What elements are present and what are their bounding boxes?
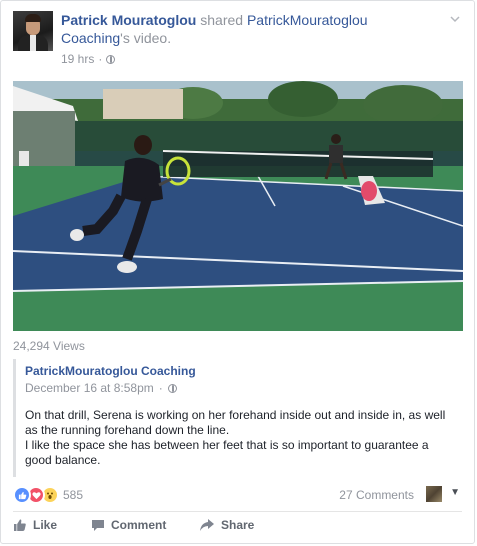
shared-post-text: On that drill, Serena is working on her … (25, 408, 458, 468)
like-reaction-icon (13, 486, 31, 504)
divider (13, 511, 462, 512)
commenter-avatar[interactable] (426, 486, 442, 502)
reaction-count: 585 (63, 488, 84, 502)
post-headline: Patrick Mouratoglou shared PatrickMourat… (61, 11, 401, 47)
shared-post: PatrickMouratoglou Coaching December 16 … (13, 359, 458, 477)
comment-label: Comment (111, 518, 167, 532)
comment-count-link[interactable]: 27 Comments (339, 488, 414, 502)
post-meta: 19 hrs · (61, 52, 116, 66)
shared-suffix: 's video. (120, 30, 172, 46)
post-actions: Like Comment Share (13, 518, 462, 540)
shared-post-paragraph-1: On that drill, Serena is working on her … (25, 408, 446, 437)
shared-post-paragraph-2: I like the space she has between her fee… (25, 438, 429, 467)
share-label: Share (221, 518, 255, 532)
share-button[interactable]: Share (199, 518, 254, 532)
reaction-summary[interactable]: 585 (13, 486, 83, 504)
shared-post-date[interactable]: December 16 at 8:58pm (25, 381, 154, 395)
thumbs-up-icon (14, 519, 26, 531)
share-arrow-icon (200, 519, 214, 531)
post-card: Patrick Mouratoglou shared PatrickMourat… (0, 0, 475, 544)
shared-page-name-link[interactable]: PatrickMouratoglou Coaching (25, 364, 458, 379)
author-name-link[interactable]: Patrick Mouratoglou (61, 12, 196, 28)
post-header: Patrick Mouratoglou shared PatrickMourat… (13, 11, 462, 71)
author-avatar[interactable] (13, 11, 53, 51)
globe-icon[interactable] (106, 54, 116, 64)
post-stats: 585 27 Comments ▼ (13, 485, 462, 505)
like-button[interactable]: Like (13, 518, 57, 532)
view-count: 24,294 Views (13, 339, 85, 353)
building (103, 89, 183, 119)
shared-text: shared (196, 12, 247, 28)
comment-button[interactable]: Comment (91, 518, 166, 532)
video-player[interactable] (13, 81, 463, 331)
video-frame (13, 81, 463, 331)
globe-icon[interactable] (167, 383, 177, 393)
post-timestamp[interactable]: 19 hrs (61, 52, 94, 66)
like-label: Like (33, 518, 58, 532)
comment-icon (92, 520, 104, 531)
caret-down-icon[interactable]: ▼ (450, 487, 460, 498)
chevron-down-icon[interactable] (448, 13, 462, 27)
dot-separator: · (158, 381, 163, 395)
dot-separator: · (98, 52, 103, 66)
shared-post-meta: December 16 at 8:58pm · (25, 381, 458, 395)
